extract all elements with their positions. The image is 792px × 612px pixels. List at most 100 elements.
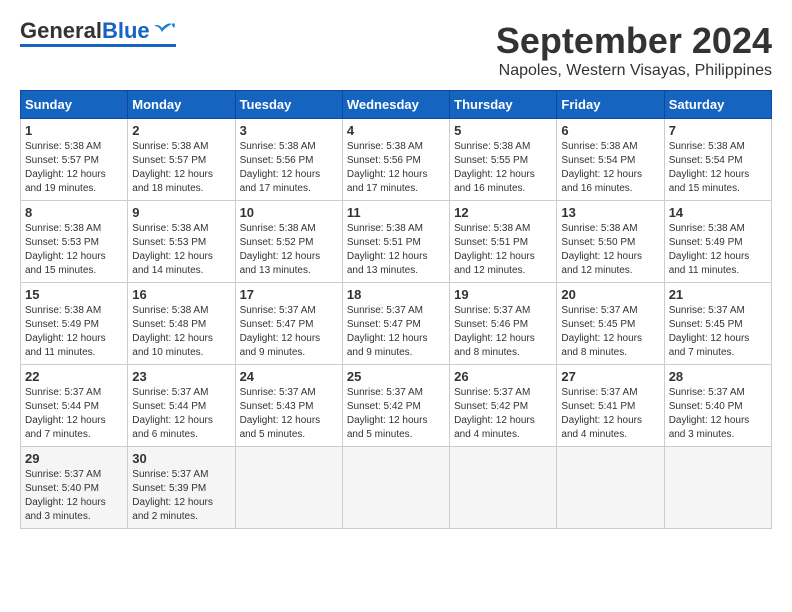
calendar-cell: 22Sunrise: 5:37 AMSunset: 5:44 PMDayligh… — [21, 365, 128, 447]
day-number: 2 — [132, 123, 230, 138]
day-info: Sunrise: 5:38 AMSunset: 5:57 PMDaylight:… — [25, 140, 123, 196]
day-number: 6 — [561, 123, 659, 138]
day-number: 12 — [454, 205, 552, 220]
day-info: Sunrise: 5:37 AMSunset: 5:47 PMDaylight:… — [347, 304, 445, 360]
day-info: Sunrise: 5:38 AMSunset: 5:48 PMDaylight:… — [132, 304, 230, 360]
calendar-cell: 30 Sunrise: 5:37 AMSunset: 5:39 PMDayligh… — [128, 447, 235, 529]
week-row: 8Sunrise: 5:38 AMSunset: 5:53 PMDaylight… — [21, 201, 772, 283]
calendar-cell: 13 Sunrise: 5:38 AMSunset: 5:50 PMDayligh… — [557, 201, 664, 283]
day-number: 29 — [25, 451, 123, 466]
calendar-cell: 25 Sunrise: 5:37 AMSunset: 5:42 PMDayligh… — [342, 365, 449, 447]
day-info: Sunrise: 5:38 AMSunset: 5:57 PMDaylight:… — [132, 140, 230, 196]
day-info: Sunrise: 5:37 AMSunset: 5:40 PMDaylight:… — [25, 468, 123, 524]
day-number: 11 — [347, 205, 445, 220]
day-number: 19 — [454, 287, 552, 302]
calendar-cell: 3 Sunrise: 5:38 AMSunset: 5:56 PMDaylight… — [235, 119, 342, 201]
day-info: Sunrise: 5:37 AMSunset: 5:44 PMDaylight:… — [132, 386, 230, 442]
day-info: Sunrise: 5:38 AMSunset: 5:51 PMDaylight:… — [347, 222, 445, 278]
week-row: 15 Sunrise: 5:38 AMSunset: 5:49 PMDayligh… — [21, 283, 772, 365]
day-info: Sunrise: 5:38 AMSunset: 5:54 PMDaylight:… — [669, 140, 767, 196]
calendar-cell: 7 Sunrise: 5:38 AMSunset: 5:54 PMDaylight… — [664, 119, 771, 201]
calendar-cell: 2 Sunrise: 5:38 AMSunset: 5:57 PMDaylight… — [128, 119, 235, 201]
calendar-cell: 8Sunrise: 5:38 AMSunset: 5:53 PMDaylight… — [21, 201, 128, 283]
calendar-cell: 14 Sunrise: 5:38 AMSunset: 5:49 PMDayligh… — [664, 201, 771, 283]
column-header-sunday: Sunday — [21, 91, 128, 119]
day-info: Sunrise: 5:37 AMSunset: 5:39 PMDaylight:… — [132, 468, 230, 524]
calendar-table: SundayMondayTuesdayWednesdayThursdayFrid… — [20, 90, 772, 529]
day-info: Sunrise: 5:38 AMSunset: 5:49 PMDaylight:… — [25, 304, 123, 360]
day-number: 16 — [132, 287, 230, 302]
calendar-cell: 17 Sunrise: 5:37 AMSunset: 5:47 PMDayligh… — [235, 283, 342, 365]
day-info: Sunrise: 5:37 AMSunset: 5:42 PMDaylight:… — [347, 386, 445, 442]
week-row: 1 Sunrise: 5:38 AMSunset: 5:57 PMDaylight… — [21, 119, 772, 201]
calendar-cell: 6 Sunrise: 5:38 AMSunset: 5:54 PMDaylight… — [557, 119, 664, 201]
calendar-cell: 27Sunrise: 5:37 AMSunset: 5:41 PMDayligh… — [557, 365, 664, 447]
title-block: September 2024 Napoles, Western Visayas,… — [496, 20, 772, 80]
day-number: 15 — [25, 287, 123, 302]
day-info: Sunrise: 5:37 AMSunset: 5:45 PMDaylight:… — [669, 304, 767, 360]
calendar-cell: 29 Sunrise: 5:37 AMSunset: 5:40 PMDayligh… — [21, 447, 128, 529]
day-info: Sunrise: 5:37 AMSunset: 5:40 PMDaylight:… — [669, 386, 767, 442]
calendar-cell: 5Sunrise: 5:38 AMSunset: 5:55 PMDaylight… — [450, 119, 557, 201]
day-info: Sunrise: 5:38 AMSunset: 5:53 PMDaylight:… — [132, 222, 230, 278]
day-info: Sunrise: 5:38 AMSunset: 5:54 PMDaylight:… — [561, 140, 659, 196]
day-info: Sunrise: 5:37 AMSunset: 5:43 PMDaylight:… — [240, 386, 338, 442]
page-header: GeneralBlue September 2024 Napoles, West… — [20, 20, 772, 80]
column-header-thursday: Thursday — [450, 91, 557, 119]
calendar-cell: 9 Sunrise: 5:38 AMSunset: 5:53 PMDaylight… — [128, 201, 235, 283]
calendar-cell — [557, 447, 664, 529]
day-number: 18 — [347, 287, 445, 302]
calendar-cell — [235, 447, 342, 529]
calendar-cell: 1 Sunrise: 5:38 AMSunset: 5:57 PMDaylight… — [21, 119, 128, 201]
day-number: 25 — [347, 369, 445, 384]
day-number: 3 — [240, 123, 338, 138]
day-number: 17 — [240, 287, 338, 302]
day-info: Sunrise: 5:38 AMSunset: 5:51 PMDaylight:… — [454, 222, 552, 278]
calendar-cell — [450, 447, 557, 529]
day-number: 10 — [240, 205, 338, 220]
day-info: Sunrise: 5:37 AMSunset: 5:45 PMDaylight:… — [561, 304, 659, 360]
calendar-cell: 15 Sunrise: 5:38 AMSunset: 5:49 PMDayligh… — [21, 283, 128, 365]
day-number: 13 — [561, 205, 659, 220]
day-info: Sunrise: 5:38 AMSunset: 5:49 PMDaylight:… — [669, 222, 767, 278]
column-header-friday: Friday — [557, 91, 664, 119]
day-number: 26 — [454, 369, 552, 384]
week-row: 22 Sunrise: 5:37 AMSunset: 5:44 PMDayligh… — [21, 365, 772, 447]
day-number: 4 — [347, 123, 445, 138]
day-info: Sunrise: 5:37 AMSunset: 5:41 PMDaylight:… — [561, 386, 659, 442]
day-info: Sunrise: 5:38 AMSunset: 5:56 PMDaylight:… — [240, 140, 338, 196]
day-info: Sunrise: 5:37 AMSunset: 5:42 PMDaylight:… — [454, 386, 552, 442]
logo: GeneralBlue — [20, 20, 176, 47]
calendar-cell: 19 Sunrise: 5:37 AMSunset: 5:46 PMDayligh… — [450, 283, 557, 365]
calendar-cell: 20Sunrise: 5:37 AMSunset: 5:45 PMDayligh… — [557, 283, 664, 365]
calendar-cell: 23 Sunrise: 5:37 AMSunset: 5:44 PMDayligh… — [128, 365, 235, 447]
day-info: Sunrise: 5:38 AMSunset: 5:56 PMDaylight:… — [347, 140, 445, 196]
calendar-cell: 12 Sunrise: 5:38 AMSunset: 5:51 PMDayligh… — [450, 201, 557, 283]
calendar-cell — [342, 447, 449, 529]
day-number: 14 — [669, 205, 767, 220]
day-number: 23 — [132, 369, 230, 384]
day-number: 28 — [669, 369, 767, 384]
day-number: 9 — [132, 205, 230, 220]
calendar-cell: 21Sunrise: 5:37 AMSunset: 5:45 PMDayligh… — [664, 283, 771, 365]
day-number: 30 — [132, 451, 230, 466]
header-row: SundayMondayTuesdayWednesdayThursdayFrid… — [21, 91, 772, 119]
calendar-cell: 10Sunrise: 5:38 AMSunset: 5:52 PMDayligh… — [235, 201, 342, 283]
day-number: 5 — [454, 123, 552, 138]
day-info: Sunrise: 5:37 AMSunset: 5:47 PMDaylight:… — [240, 304, 338, 360]
calendar-cell: 16 Sunrise: 5:38 AMSunset: 5:48 PMDayligh… — [128, 283, 235, 365]
calendar-cell: 18 Sunrise: 5:37 AMSunset: 5:47 PMDayligh… — [342, 283, 449, 365]
column-header-monday: Monday — [128, 91, 235, 119]
column-header-tuesday: Tuesday — [235, 91, 342, 119]
calendar-cell: 4 Sunrise: 5:38 AMSunset: 5:56 PMDaylight… — [342, 119, 449, 201]
location: Napoles, Western Visayas, Philippines — [496, 62, 772, 80]
month-title: September 2024 — [496, 20, 772, 62]
day-info: Sunrise: 5:38 AMSunset: 5:50 PMDaylight:… — [561, 222, 659, 278]
column-header-wednesday: Wednesday — [342, 91, 449, 119]
day-number: 24 — [240, 369, 338, 384]
day-number: 7 — [669, 123, 767, 138]
day-number: 22 — [25, 369, 123, 384]
day-number: 1 — [25, 123, 123, 138]
calendar-cell: 24 Sunrise: 5:37 AMSunset: 5:43 PMDayligh… — [235, 365, 342, 447]
day-info: Sunrise: 5:37 AMSunset: 5:46 PMDaylight:… — [454, 304, 552, 360]
